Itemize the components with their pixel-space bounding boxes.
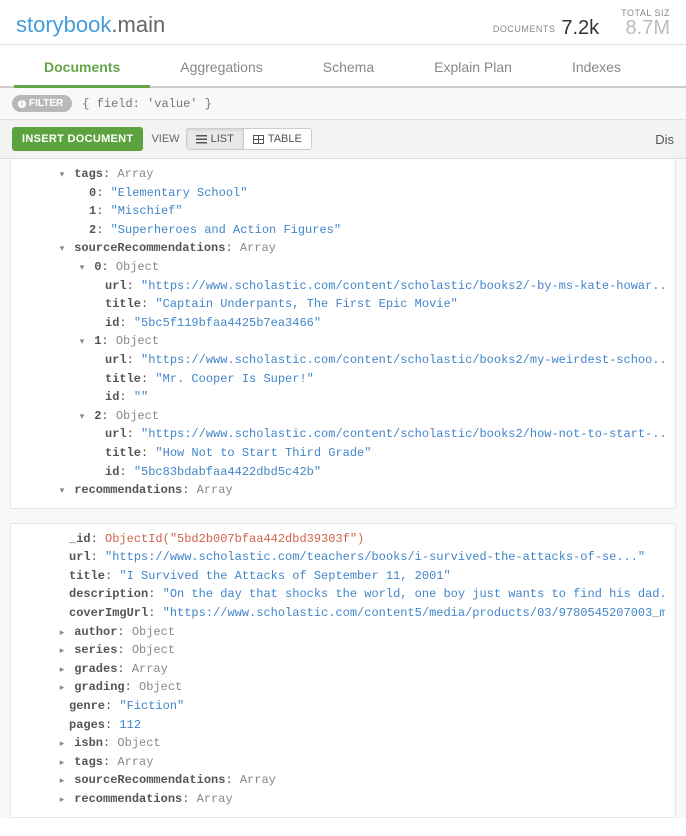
document-card: _id: ObjectId("5bd2b007bfaa442dbd39303f"… (10, 523, 676, 818)
chevron-right-icon[interactable]: ▸ (57, 682, 67, 696)
chevron-down-icon[interactable]: ▾ (77, 336, 87, 350)
filter-bar: i FILTER (0, 88, 686, 120)
tab-aggregations[interactable]: Aggregations (150, 45, 293, 88)
chevron-down-icon[interactable]: ▾ (57, 243, 67, 257)
filter-input[interactable] (80, 96, 674, 112)
chevron-right-icon[interactable]: ▸ (57, 627, 67, 641)
chevron-right-icon[interactable]: ▸ (57, 738, 67, 752)
coll-name: .main (111, 12, 165, 37)
info-icon: i (18, 100, 26, 108)
table-icon (253, 135, 264, 144)
filter-pill-label: FILTER (29, 98, 63, 109)
chevron-down-icon[interactable]: ▾ (57, 485, 67, 499)
chevron-right-icon[interactable]: ▸ (57, 664, 67, 678)
chevron-right-icon[interactable]: ▸ (57, 775, 67, 789)
stat-totalsize-value: 8.7M (621, 18, 670, 38)
toolbar: INSERT DOCUMENT VIEW LIST TABLE Dis (0, 120, 686, 159)
chevron-right-icon[interactable]: ▸ (57, 757, 67, 771)
chevron-down-icon[interactable]: ▾ (57, 169, 67, 183)
displaying-label: Dis (655, 132, 674, 147)
view-label: VIEW (151, 133, 179, 145)
chevron-down-icon[interactable]: ▾ (77, 411, 87, 425)
stat-documents-label: DOCUMENTS (493, 24, 556, 34)
stat-documents: DOCUMENTS 7.2k (493, 18, 599, 38)
view-table-button[interactable]: TABLE (243, 129, 311, 149)
collection-header: storybook.main DOCUMENTS 7.2k TOTAL SIZ … (0, 0, 686, 45)
stat-totalsize: TOTAL SIZ 8.7M (621, 8, 670, 38)
chevron-right-icon[interactable]: ▸ (57, 645, 67, 659)
view-list-label: LIST (211, 133, 234, 145)
filter-pill[interactable]: i FILTER (12, 95, 72, 112)
chevron-right-icon[interactable]: ▸ (57, 794, 67, 808)
chevron-down-icon[interactable]: ▾ (77, 262, 87, 276)
document-card: ▾ tags: Array 0: "Elementary School" 1: … (10, 159, 676, 509)
documents-area: ▾ tags: Array 0: "Elementary School" 1: … (0, 159, 686, 818)
namespace: storybook.main (16, 12, 493, 38)
view-table-label: TABLE (268, 133, 302, 145)
tab-explain-plan[interactable]: Explain Plan (404, 45, 542, 88)
tabs: Documents Aggregations Schema Explain Pl… (0, 45, 686, 88)
tab-documents[interactable]: Documents (14, 45, 150, 88)
tab-indexes[interactable]: Indexes (542, 45, 651, 88)
list-icon (196, 135, 207, 144)
view-segmented: LIST TABLE (186, 128, 312, 150)
stat-documents-value: 7.2k (561, 18, 599, 38)
db-name: storybook (16, 12, 111, 37)
insert-document-button[interactable]: INSERT DOCUMENT (12, 127, 143, 151)
tab-schema[interactable]: Schema (293, 45, 404, 88)
view-list-button[interactable]: LIST (187, 129, 243, 149)
stats: DOCUMENTS 7.2k TOTAL SIZ 8.7M (493, 8, 670, 38)
